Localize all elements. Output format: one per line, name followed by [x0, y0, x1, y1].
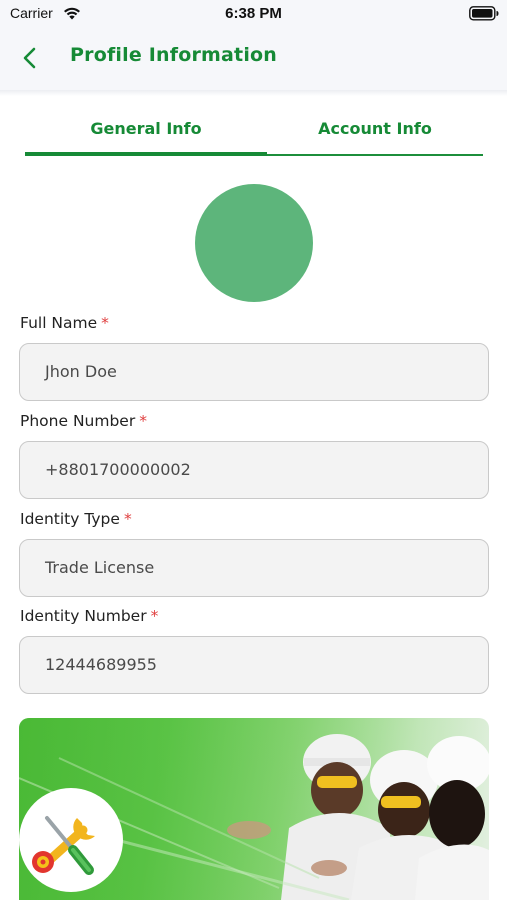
identity-number-label-text: Identity Number — [20, 607, 147, 625]
identity-type-label: Identity Type * — [20, 510, 132, 528]
identity-number-value: 12444689955 — [45, 655, 157, 674]
promo-banner — [19, 718, 489, 900]
chevron-left-icon — [23, 47, 36, 69]
tab-bar: General Info Account Info — [25, 108, 483, 158]
identity-number-label: Identity Number * — [20, 607, 158, 625]
app-header: Profile Information — [0, 28, 507, 90]
identity-type-value: Trade License — [45, 558, 155, 577]
required-mark: * — [101, 314, 109, 332]
back-button[interactable] — [14, 42, 46, 74]
full-name-label-text: Full Name — [20, 314, 98, 332]
identity-type-label-text: Identity Type — [20, 510, 120, 528]
identity-type-field[interactable]: Trade License — [19, 539, 489, 597]
required-mark: * — [139, 412, 147, 430]
tab-general-info[interactable]: General Info — [25, 108, 267, 156]
page-title: Profile Information — [70, 44, 278, 66]
status-time: 6:38 PM — [225, 5, 282, 22]
required-mark: * — [123, 510, 132, 528]
identity-number-field[interactable]: 12444689955 — [19, 636, 489, 694]
required-mark: * — [150, 607, 159, 625]
full-name-field[interactable]: Jhon Doe — [19, 343, 489, 401]
full-name-value: Jhon Doe — [45, 362, 117, 381]
battery-icon — [469, 6, 499, 21]
phone-number-field[interactable]: +8801700000002 — [19, 441, 489, 499]
phone-number-value: +8801700000002 — [45, 460, 191, 479]
tab-active-indicator — [25, 152, 267, 156]
phone-number-label: Phone Number * — [20, 412, 147, 430]
tab-account-info[interactable]: Account Info — [267, 108, 483, 156]
avatar[interactable] — [195, 184, 313, 302]
status-bar: Carrier 6:38 PM — [0, 0, 507, 28]
full-name-label: Full Name * — [20, 314, 109, 332]
header-shadow — [0, 90, 507, 96]
tools-icon — [32, 816, 95, 875]
phone-number-label-text: Phone Number — [20, 412, 136, 430]
